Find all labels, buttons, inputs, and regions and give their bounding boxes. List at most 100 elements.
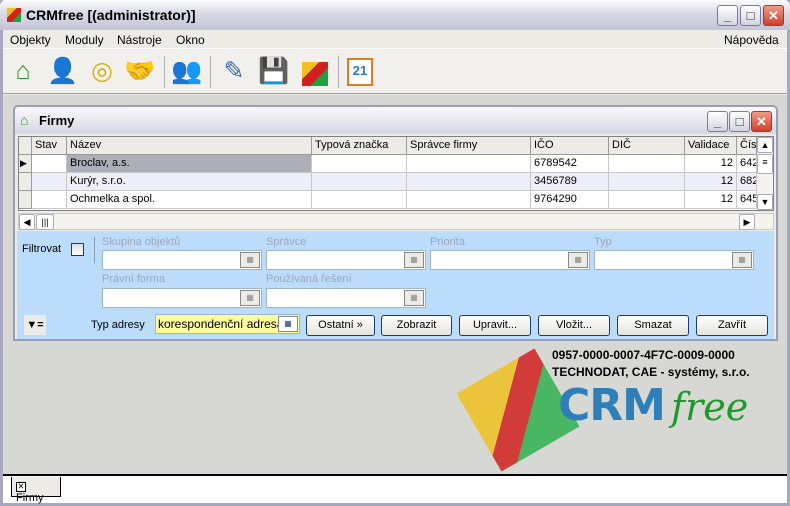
edit-document-icon[interactable]: ✎ [217, 54, 251, 88]
toolbar-separator [210, 56, 211, 88]
cell-cis[interactable]: 645 [737, 191, 757, 209]
lookup-button[interactable]: ▦ [404, 252, 424, 268]
cell-spravce[interactable] [407, 155, 531, 173]
lookup-button[interactable]: ▦ [278, 316, 298, 332]
menu-napoveda[interactable]: Nápověda [724, 33, 779, 47]
lookup-button[interactable]: ▦ [240, 252, 260, 268]
col-spravce-firmy[interactable]: Správce firmy [407, 137, 531, 155]
cell-nazev[interactable]: Ochmelka a spol. [67, 191, 312, 209]
firmy-title-bar[interactable]: ⌂ Firmy _ □ ✕ [15, 107, 776, 134]
cell-typ[interactable] [312, 155, 407, 173]
calendar-icon[interactable]: 21 [347, 58, 373, 86]
maximize-button[interactable]: □ [740, 5, 761, 26]
filter-icon[interactable]: ▼= [24, 315, 46, 335]
scroll-down-button[interactable]: ▼ [757, 194, 773, 210]
firmy-title: Firmy [39, 113, 75, 128]
filtrovat-label: Filtrovat [22, 243, 62, 255]
cell-validace[interactable]: 12 [685, 173, 737, 191]
cell-typ[interactable] [312, 191, 407, 209]
row-indicator-header [19, 137, 32, 155]
col-typova-znacka[interactable]: Typová značka [312, 137, 407, 155]
hscroll-thumb[interactable]: ||| [36, 214, 54, 230]
cell-dic[interactable] [609, 191, 685, 209]
lookup-button[interactable]: ▦ [240, 290, 260, 306]
row-indicator[interactable]: ▶ [19, 155, 32, 173]
col-cislo[interactable]: Čís [737, 137, 757, 155]
toolbar-separator [164, 56, 165, 88]
row-indicator[interactable] [19, 191, 32, 209]
home-icon[interactable]: ⌂ [6, 54, 40, 88]
child-minimize-button[interactable]: _ [707, 111, 728, 132]
lookup-button[interactable]: ▦ [404, 290, 424, 306]
child-close-button[interactable]: ✕ [751, 111, 772, 132]
handshake-icon[interactable]: 🤝 [123, 54, 157, 88]
tab-firmy[interactable]: ✕ Firmy [11, 477, 61, 504]
ostatni-button[interactable]: Ostatní » [306, 315, 375, 336]
zavrit-button[interactable]: Zavřít [696, 315, 768, 336]
row-indicator[interactable] [19, 173, 32, 191]
cell-stav[interactable] [32, 173, 67, 191]
smazat-button[interactable]: Smazat [617, 315, 689, 336]
save-icon[interactable]: 💾 [257, 54, 291, 88]
scroll-up-button[interactable]: ▲ [757, 137, 773, 153]
vlozit-button[interactable]: Vložit... [538, 315, 610, 336]
close-tab-icon[interactable]: ✕ [16, 482, 26, 492]
cell-cis[interactable]: 682 [737, 173, 757, 191]
crm-logo-text: CRM [558, 380, 666, 431]
zobrazit-button[interactable]: Zobrazit [381, 315, 452, 336]
cell-dic[interactable] [609, 155, 685, 173]
coins-icon[interactable]: ◎ [85, 54, 119, 88]
horizontal-scrollbar[interactable]: ◀ ||| ▶ [18, 213, 774, 230]
menu-okno[interactable]: Okno [176, 33, 205, 47]
cell-cis[interactable]: 642 [737, 155, 757, 173]
skupina-input[interactable]: ▦ [102, 250, 262, 270]
users-icon[interactable]: 👥 [170, 54, 204, 88]
cell-validace[interactable]: 12 [685, 155, 737, 173]
spravce-input[interactable]: ▦ [266, 250, 426, 270]
typ-adresy-input[interactable]: korespondenční adresa ▦ [155, 314, 300, 334]
cell-spravce[interactable] [407, 173, 531, 191]
cell-typ[interactable] [312, 173, 407, 191]
cell-nazev[interactable]: Broclav, a.s. [67, 155, 312, 173]
cell-stav[interactable] [32, 155, 67, 173]
col-dic[interactable]: DIČ [609, 137, 685, 155]
pravni-forma-input[interactable]: ▦ [102, 288, 262, 308]
vertical-scrollbar[interactable]: ▲ ≡ ▼ [757, 137, 773, 210]
company-name: TECHNODAT, CAE - systémy, s.r.o. [552, 365, 750, 379]
menu-nastroje[interactable]: Nástroje [117, 33, 162, 47]
col-validace[interactable]: Validace [685, 137, 737, 155]
close-button[interactable]: ✕ [763, 5, 784, 26]
logo-icon[interactable] [302, 62, 328, 86]
scroll-right-button[interactable]: ▶ [739, 214, 755, 230]
cell-validace[interactable]: 12 [685, 191, 737, 209]
lookup-button[interactable]: ▦ [732, 252, 752, 268]
scroll-thumb[interactable]: ≡ [757, 154, 773, 174]
cell-dic[interactable] [609, 173, 685, 191]
cell-ico[interactable]: 6789542 [531, 155, 609, 173]
minimize-button[interactable]: _ [717, 5, 738, 26]
upravit-button[interactable]: Upravit... [459, 315, 531, 336]
priorita-input[interactable]: ▦ [430, 250, 590, 270]
cell-nazev[interactable]: Kurýr, s.r.o. [67, 173, 312, 191]
col-stav[interactable]: Stav [32, 137, 67, 155]
menu-moduly[interactable]: Moduly [65, 33, 104, 47]
scroll-left-button[interactable]: ◀ [19, 214, 35, 230]
cell-ico[interactable]: 9764290 [531, 191, 609, 209]
cell-ico[interactable]: 3456789 [531, 173, 609, 191]
lookup-button[interactable]: ▦ [568, 252, 588, 268]
cell-stav[interactable] [32, 191, 67, 209]
person-icon[interactable]: 👤 [46, 54, 80, 88]
priorita-label: Priorita [430, 236, 465, 248]
child-maximize-button[interactable]: □ [729, 111, 750, 132]
cell-spravce[interactable] [407, 191, 531, 209]
col-nazev[interactable]: Název [67, 137, 312, 155]
col-ico[interactable]: IČO [531, 137, 609, 155]
menu-bar: Objekty Moduly Nástroje Okno Nápověda [3, 30, 787, 49]
reseni-input[interactable]: ▦ [266, 288, 426, 308]
toolbar-separator [338, 56, 339, 88]
filter-divider [94, 237, 95, 263]
menu-objekty[interactable]: Objekty [10, 33, 51, 47]
title-bar[interactable]: CRMfree [(administrator)] _ □ ✕ [0, 0, 790, 30]
typ-input[interactable]: ▦ [594, 250, 754, 270]
filtrovat-checkbox[interactable] [71, 243, 84, 256]
